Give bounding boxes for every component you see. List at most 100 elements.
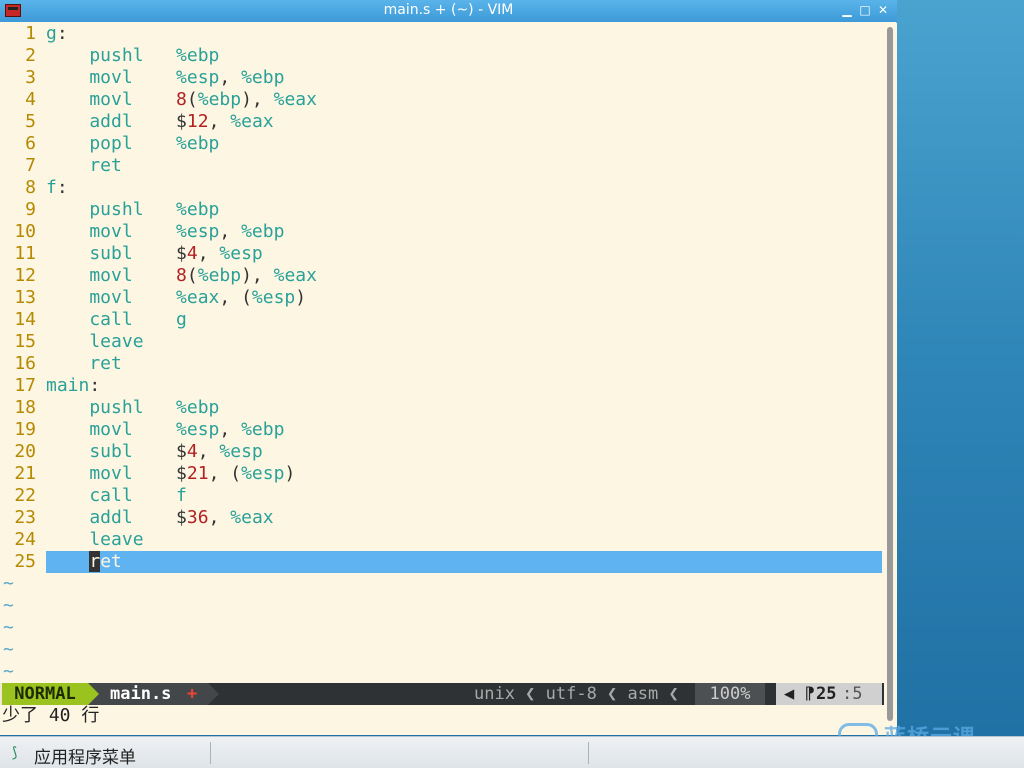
code-line[interactable]: 1 g: <box>0 23 882 45</box>
cursor-column: :5 <box>842 684 863 704</box>
code-line[interactable]: 15 leave <box>0 331 882 353</box>
code-text: movl 8(%ebp), %eax <box>46 89 317 111</box>
code-token: %eax <box>273 265 317 286</box>
code-token: movl <box>46 265 177 286</box>
code-token: , <box>208 507 231 528</box>
code-line[interactable]: 12 movl 8(%ebp), %eax <box>0 265 882 287</box>
code-line[interactable]: 22 call f <box>0 485 882 507</box>
code-line[interactable]: 4 movl 8(%ebp), %eax <box>0 89 882 111</box>
code-line[interactable]: 16 ret <box>0 353 882 375</box>
code-token: , <box>219 67 242 88</box>
code-token: subl <box>46 243 177 264</box>
code-token: ) <box>284 463 296 484</box>
code-token: %eax <box>176 287 220 308</box>
code-line[interactable]: 11 subl $4, %esp <box>0 243 882 265</box>
code-token: pushl <box>46 199 177 220</box>
code-line[interactable]: 19 movl %esp, %ebp <box>0 419 882 441</box>
code-token: %ebp <box>197 89 242 110</box>
mode-indicator: NORMAL <box>2 683 88 705</box>
code-token: ( <box>186 89 198 110</box>
vertical-scrollbar[interactable] <box>884 23 897 727</box>
code-token: ( <box>186 265 198 286</box>
code-line[interactable]: 7 ret <box>0 155 882 177</box>
code-line[interactable]: 8 f: <box>0 177 882 199</box>
code-line[interactable]: 18 pushl %ebp <box>0 397 882 419</box>
status-file-section: main.s + <box>88 683 208 705</box>
close-button[interactable]: ✕ <box>876 3 890 18</box>
code-token: %esp <box>219 243 263 264</box>
code-line[interactable]: 13 movl %eax, (%esp) <box>0 287 882 309</box>
code-token: %esp <box>176 67 220 88</box>
code-text: main: <box>46 375 100 397</box>
editor-buffer[interactable]: 1 g: 2 pushl %ebp 3 movl %esp, %ebp 4 movl 8… <box>0 23 884 683</box>
code-token: , <box>219 221 242 242</box>
scrollbar-thumb[interactable] <box>887 27 893 721</box>
cursor-position: ◀ ⁋ 25 :5 <box>776 683 882 705</box>
code-token: : <box>89 375 101 396</box>
code-token: , <box>208 111 231 132</box>
line-number: 17 <box>14 375 36 396</box>
line-number: 20 <box>14 441 36 462</box>
code-line[interactable]: 21 movl $21, (%esp) <box>0 463 882 485</box>
line-number: 9 <box>25 199 36 220</box>
code-token: %ebp <box>176 199 220 220</box>
code-text: addl $36, %eax <box>46 507 273 529</box>
code-token: , ( <box>208 463 242 484</box>
code-token: %eax <box>230 111 274 132</box>
code-line[interactable]: 5 addl $12, %eax <box>0 111 882 133</box>
code-token: movl <box>46 221 177 242</box>
code-line[interactable]: 3 movl %esp, %ebp <box>0 67 882 89</box>
code-line[interactable]: 25 ret <box>0 551 882 573</box>
code-token: 21 <box>186 463 209 484</box>
code-text: ret <box>46 551 882 573</box>
code-text: movl %eax, (%esp) <box>46 287 306 309</box>
code-token: %ebp <box>241 221 285 242</box>
line-number: 15 <box>14 331 36 352</box>
code-text: movl %esp, %ebp <box>46 419 284 441</box>
code-token: 12 <box>186 111 209 132</box>
code-token: $ <box>176 111 187 132</box>
app-menu-button[interactable]: 应用程序菜单 <box>34 743 136 768</box>
code-line[interactable]: 20 subl $4, %esp <box>0 441 882 463</box>
code-token: subl <box>46 441 177 462</box>
line-number: 23 <box>14 507 36 528</box>
minimize-button[interactable]: ▁ <box>840 3 854 18</box>
code-token: , <box>197 243 220 264</box>
code-line[interactable]: 9 pushl %ebp <box>0 199 882 221</box>
separator-arrow-icon <box>208 683 219 705</box>
code-token: movl <box>46 287 177 308</box>
line-number: 8 <box>25 177 36 198</box>
code-token: movl <box>46 67 177 88</box>
line-number: 7 <box>25 155 36 176</box>
code-token: call <box>46 309 177 330</box>
app-menu-icon[interactable]: ⟆ <box>12 745 24 761</box>
code-token: 36 <box>186 507 209 528</box>
maximize-button[interactable]: □ <box>858 3 872 18</box>
code-line[interactable]: 6 popl %ebp <box>0 133 882 155</box>
code-token: movl <box>46 89 177 110</box>
code-token: popl <box>46 133 177 154</box>
code-token: addl <box>46 111 177 132</box>
code-line[interactable]: 23 addl $36, %eax <box>0 507 882 529</box>
code-token: %ebp <box>241 419 285 440</box>
line-number: 5 <box>25 111 36 132</box>
taskbar-divider <box>210 742 211 764</box>
command-line[interactable]: 少了 40 行 <box>2 705 99 727</box>
code-token: 4 <box>186 243 198 264</box>
code-line[interactable]: 24 leave <box>0 529 882 551</box>
code-token: %eax <box>273 89 317 110</box>
title-bar[interactable]: main.s + (~) - VIM ▁ □ ✕ <box>0 0 897 22</box>
code-token: , <box>197 441 220 462</box>
code-token: f <box>176 485 187 506</box>
code-token: %ebp <box>176 133 220 154</box>
empty-line-marker: ~ <box>3 639 14 660</box>
line-number: 25 <box>14 551 36 572</box>
line-number: 14 <box>14 309 36 330</box>
code-line[interactable]: 17 main: <box>0 375 882 397</box>
code-token: %esp <box>176 221 220 242</box>
text-cursor: r <box>89 551 101 572</box>
code-line[interactable]: 2 pushl %ebp <box>0 45 882 67</box>
code-line[interactable]: 14 call g <box>0 309 882 331</box>
file-format-info: unix ❮ utf-8 ❮ asm ❮ <box>474 684 679 704</box>
code-line[interactable]: 10 movl %esp, %ebp <box>0 221 882 243</box>
